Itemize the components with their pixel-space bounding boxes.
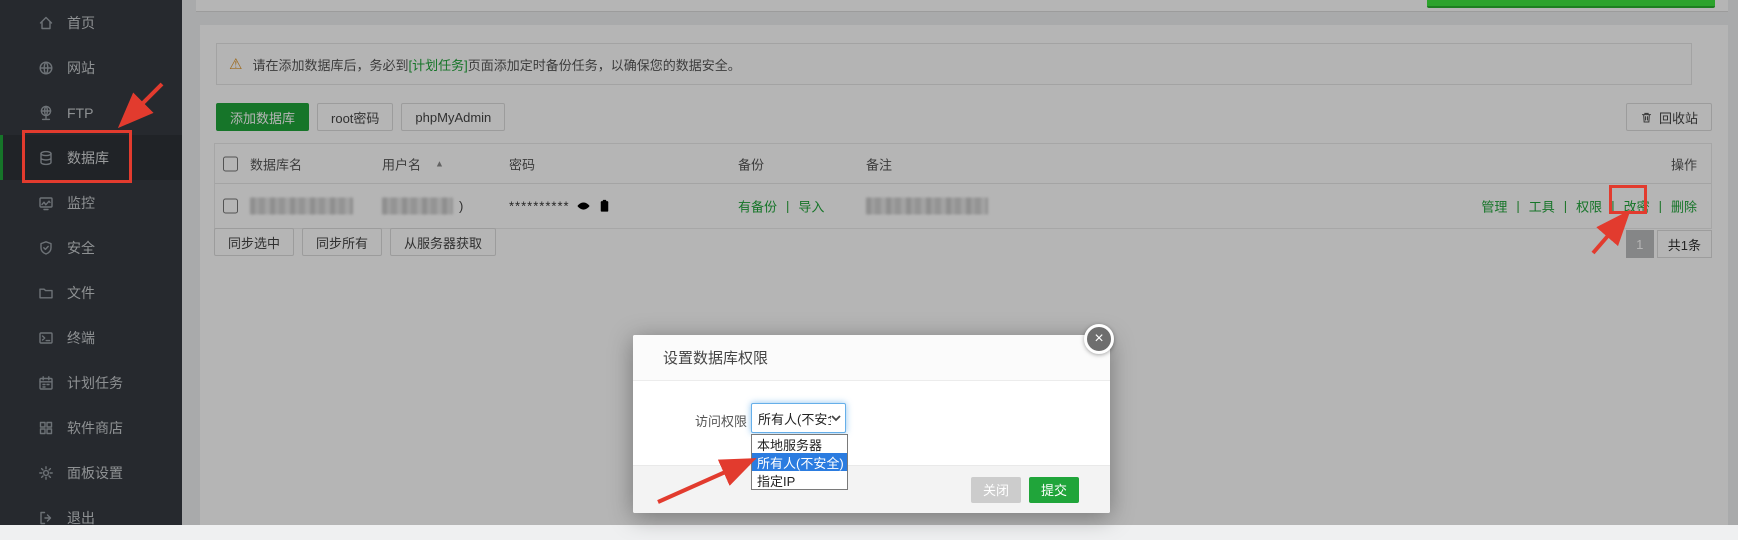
chevron-down-icon bbox=[831, 415, 841, 422]
modal-submit-button[interactable]: 提交 bbox=[1029, 477, 1079, 503]
select-dropdown-list: 本地服务器 所有人(不安全) 指定IP bbox=[751, 434, 848, 490]
modal-title: 设置数据库权限 bbox=[663, 347, 768, 368]
close-icon[interactable]: × bbox=[1084, 324, 1114, 354]
set-permission-modal: 设置数据库权限 × 访问权限 所有人(不安全 本地服务器 所有人(不安全) 指定… bbox=[633, 335, 1110, 513]
option-everyone-unsafe[interactable]: 所有人(不安全) bbox=[752, 453, 847, 471]
option-specified-ip[interactable]: 指定IP bbox=[752, 471, 847, 489]
modal-header: 设置数据库权限 bbox=[633, 335, 1110, 381]
access-permission-select[interactable]: 所有人(不安全 bbox=[751, 403, 846, 433]
access-permission-label: 访问权限 bbox=[695, 411, 747, 430]
modal-close-button[interactable]: 关闭 bbox=[971, 477, 1021, 503]
select-value: 所有人(不安全 bbox=[758, 409, 831, 428]
toast-bar bbox=[1427, 0, 1715, 8]
modal-footer: 关闭 提交 bbox=[633, 465, 1110, 513]
option-local-server[interactable]: 本地服务器 bbox=[752, 435, 847, 453]
